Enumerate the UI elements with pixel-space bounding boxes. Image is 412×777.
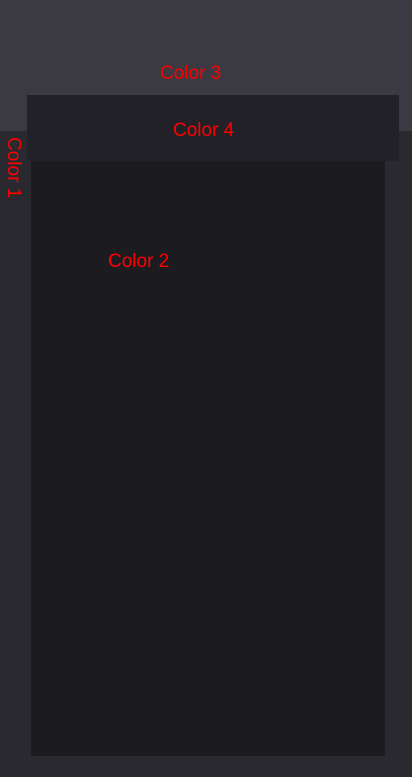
color-2-label: Color 2 <box>108 251 170 272</box>
color-4-label: Color 4 <box>173 120 235 141</box>
color-3-label: Color 3 <box>160 63 222 84</box>
color-1-label: Color 1 <box>3 137 24 199</box>
left-color-strip <box>0 131 31 777</box>
content-color-panel <box>31 160 385 756</box>
